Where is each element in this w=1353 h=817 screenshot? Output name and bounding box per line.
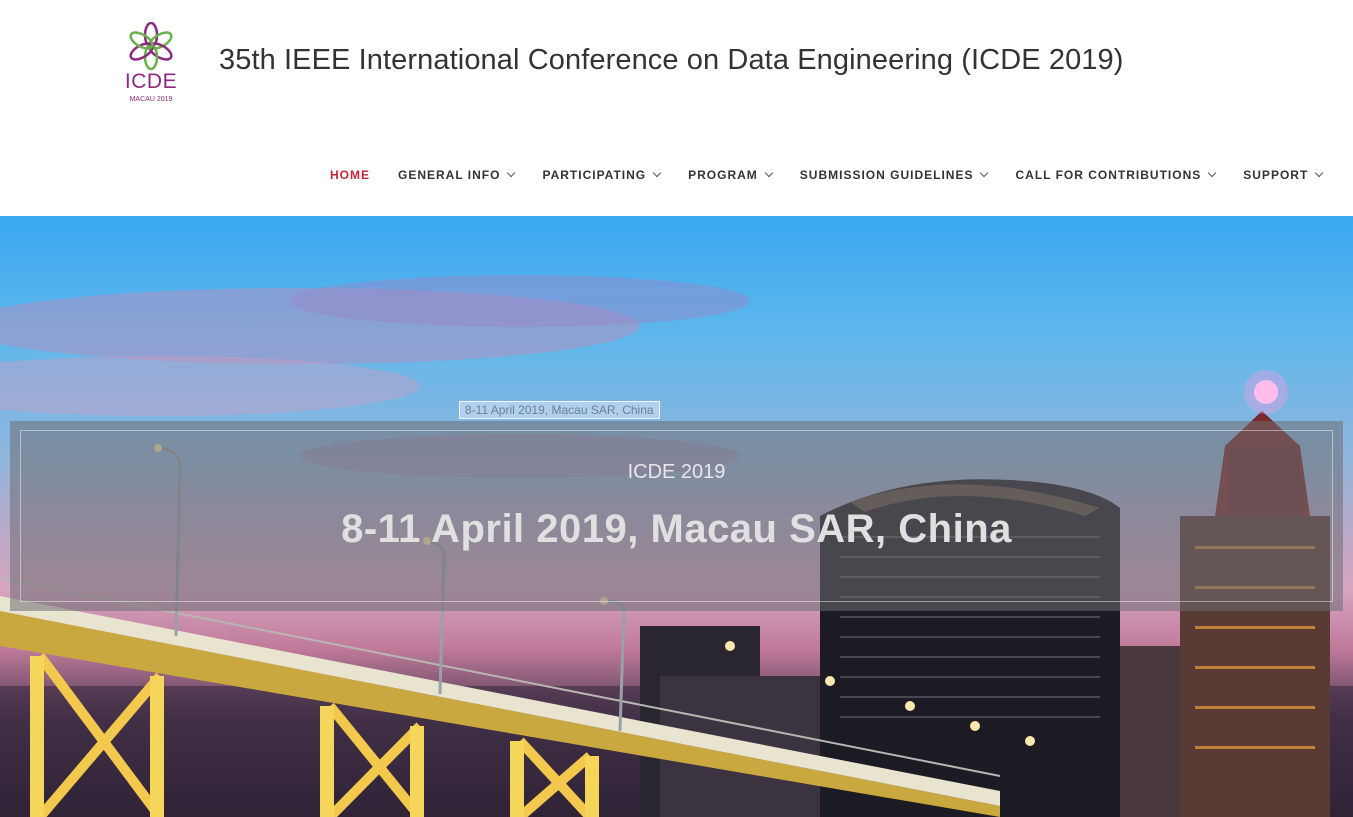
site-header: ICDE MACAU 2019 35th IEEE International … (0, 0, 1353, 216)
nav-item-program[interactable]: PROGRAM (688, 168, 774, 182)
hero-banner: 8-11 April 2019, Macau SAR, China ICDE 2… (0, 216, 1353, 817)
flower-icon (129, 22, 173, 71)
nav-item-label: SUBMISSION GUIDELINES (799, 168, 974, 182)
chevron-down-icon (652, 168, 662, 178)
nav-item-label: HOME (330, 168, 370, 182)
site-title[interactable]: 35th IEEE International Conference on Da… (219, 44, 1124, 77)
chevron-down-icon (980, 168, 989, 178)
date-location-badge: 8-11 April 2019, Macau SAR, China (459, 401, 660, 419)
chevron-down-icon (1315, 168, 1324, 178)
hero-subtitle: ICDE 2019 (627, 461, 726, 483)
logo-subtext: MACAU 2019 (129, 96, 173, 103)
nav-item-participating[interactable]: PARTICIPATING (542, 168, 662, 182)
nav-item-home[interactable]: HOME (330, 168, 370, 182)
chevron-down-icon (764, 168, 774, 178)
main-nav: HOME GENERAL INFO PARTICIPATING PROGRAM … (330, 166, 1350, 184)
nav-item-label: CALL FOR CONTRIBUTIONS (1015, 168, 1202, 182)
icde-logo[interactable]: ICDE MACAU 2019 (118, 22, 184, 108)
nav-item-general-info[interactable]: GENERAL INFO (398, 168, 516, 182)
nav-item-support[interactable]: SUPPORT (1243, 168, 1324, 182)
nav-item-label: SUPPORT (1243, 168, 1309, 182)
nav-item-submission-guidelines[interactable]: SUBMISSION GUIDELINES (799, 168, 989, 182)
hero-caption-overlay: ICDE 2019 8-11 April 2019, Macau SAR, Ch… (10, 421, 1343, 611)
nav-item-label: GENERAL INFO (398, 168, 501, 182)
chevron-down-icon (507, 168, 516, 178)
chevron-down-icon (1208, 168, 1217, 178)
nav-item-label: PARTICIPATING (542, 168, 647, 182)
hero-title: 8-11 April 2019, Macau SAR, China (341, 507, 1012, 551)
logo-text: ICDE (124, 70, 178, 93)
nav-item-call-for-contributions[interactable]: CALL FOR CONTRIBUTIONS (1015, 168, 1217, 182)
nav-item-label: PROGRAM (688, 168, 758, 182)
